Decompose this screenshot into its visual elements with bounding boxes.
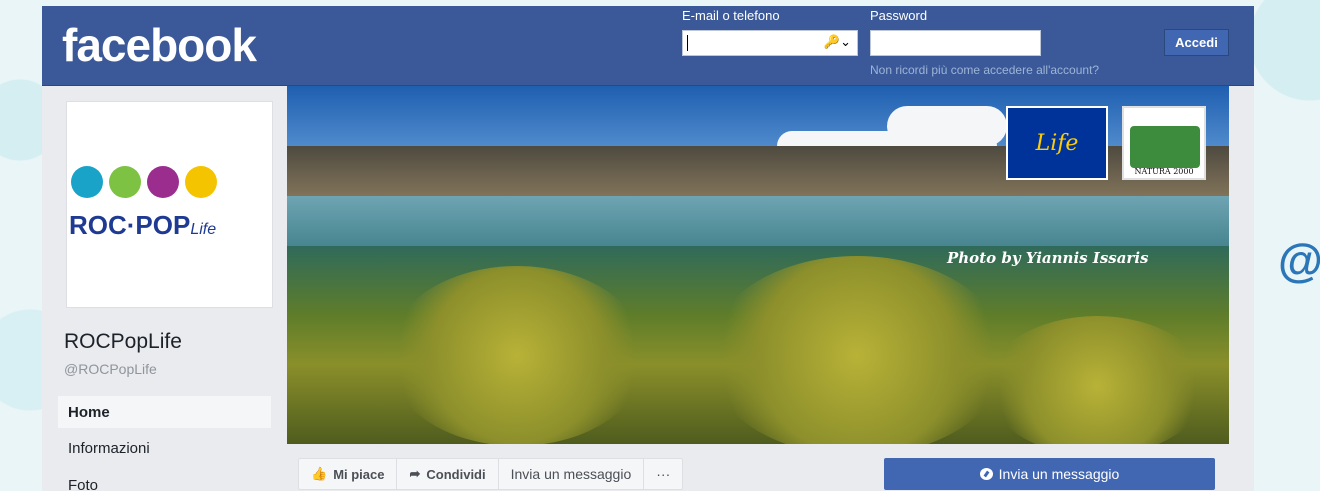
cover-algae [387,266,647,444]
avatar-circle-green [109,166,141,198]
eu-life-logo-text: Life [1035,130,1079,156]
eu-life-logo: Life [1006,106,1108,180]
primary-send-message-button[interactable]: Invia un messaggio [884,458,1215,490]
password-field[interactable] [870,30,1041,56]
page-avatar[interactable]: ROC·POPLife [66,101,273,308]
photo-credit: Photo by Yiannis Issaris [947,249,1149,267]
more-options-button[interactable]: ··· [644,459,682,489]
avatar-circle-blue [71,166,103,198]
natura-2000-logo: NATURA 2000 [1122,106,1206,180]
top-bar: facebook E-mail o telefono 🔑⌄ Password N… [42,6,1254,86]
share-button[interactable]: ➦ Condividi [397,459,499,489]
cover-photo[interactable]: Life NATURA 2000 Photo by Yiannis Issari… [287,86,1229,444]
avatar-brand: ROC·POPLife [69,210,216,241]
natura-logo-text: NATURA 2000 [1134,167,1194,176]
avatar-circle-yellow [185,166,217,198]
page-name[interactable]: ROCPopLife [64,330,182,354]
text-caret [687,35,688,51]
like-button[interactable]: 👍 Mi piace [299,459,398,489]
nav-item-informazioni[interactable]: Informazioni [58,432,271,464]
nav-item-foto[interactable]: Foto [58,469,271,491]
facebook-logo[interactable]: facebook [62,18,257,72]
login-button[interactable]: Accedi [1164,29,1229,56]
messenger-icon [979,468,993,480]
forgot-account-link[interactable]: Non ricordi più come accedere all'accoun… [870,63,1099,77]
email-field[interactable]: 🔑⌄ [682,30,858,56]
avatar-brand-text: ROC·POP [69,210,191,240]
nav-item-home[interactable]: Home [58,396,271,428]
share-label: Condividi [426,466,486,482]
avatar-circle-purple [147,166,179,198]
key-dropdown-icon[interactable]: 🔑⌄ [824,34,851,50]
thumbs-up-icon: 👍 [311,466,328,481]
page-action-bar: 👍 Mi piace ➦ Condividi Invia un messaggio … [298,458,684,490]
password-label: Password [870,8,928,23]
side-at-symbol: @ [1278,234,1320,286]
cover-algae [707,256,1007,444]
share-arrow-icon: ➦ [409,466,421,481]
page-handle[interactable]: @ROCPopLife [64,361,157,377]
avatar-brand-suffix: Life [190,221,217,238]
send-message-button[interactable]: Invia un messaggio [499,459,645,489]
primary-send-message-label: Invia un messaggio [998,466,1120,482]
avatar-logo-circles [71,166,217,198]
cover-cloud [887,106,1007,146]
natura-logo-hill [1130,126,1200,168]
email-label: E-mail o telefono [682,8,780,23]
cover-algae [987,316,1207,444]
like-label: Mi piace [333,466,385,482]
